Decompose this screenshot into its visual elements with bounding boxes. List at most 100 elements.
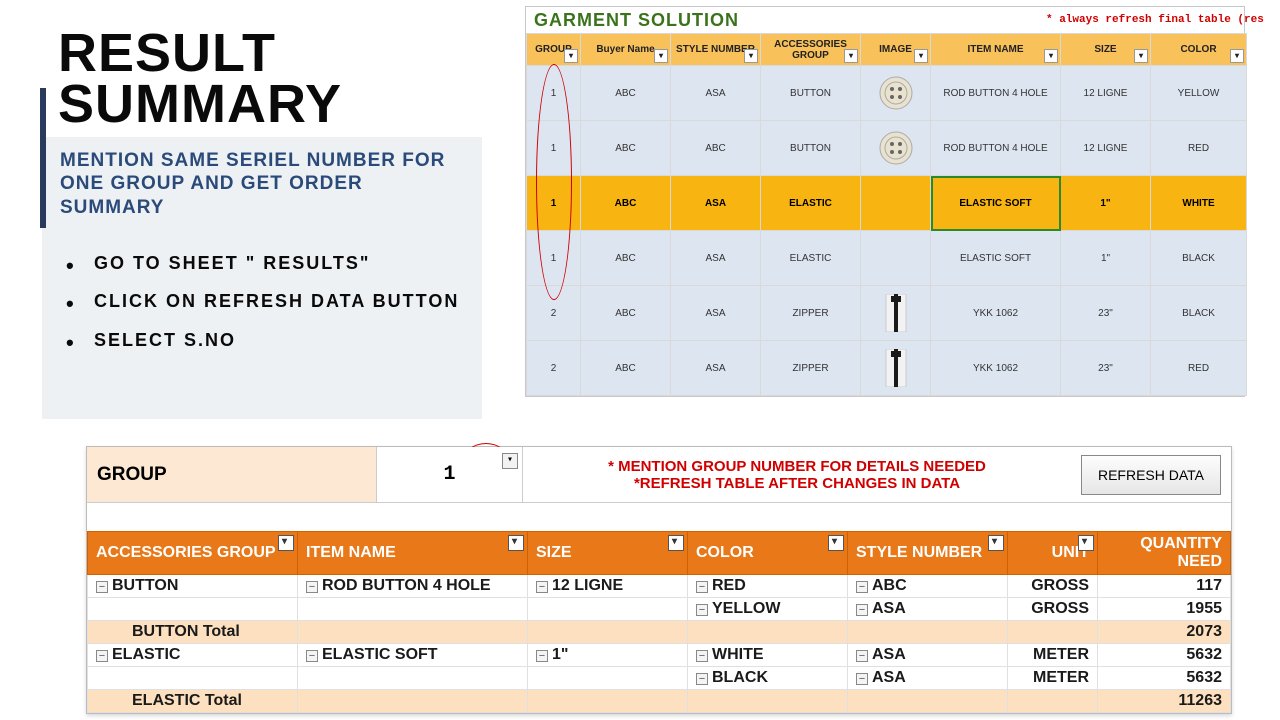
pivot-column-header[interactable]: SIZE <box>528 532 688 575</box>
table-cell: 12 LIGNE <box>1061 66 1151 121</box>
pivot-column-header[interactable]: UNIT <box>1008 532 1098 575</box>
table-row[interactable]: 1ABCASABUTTONROD BUTTON 4 HOLE12 LIGNEYE… <box>527 66 1247 121</box>
collapse-icon[interactable]: − <box>306 581 318 593</box>
table-row[interactable]: 2ABCASAZIPPERYKK 106223"RED <box>527 341 1247 396</box>
table-cell: ZIPPER <box>761 341 861 396</box>
refresh-warning: * always refresh final table (res <box>1046 14 1264 26</box>
filter-icon[interactable]: ▾ <box>502 453 518 469</box>
accent-bar <box>40 88 46 228</box>
table-cell: ABC <box>581 176 671 231</box>
collapse-icon[interactable]: − <box>306 650 318 662</box>
filter-dropdown-icon[interactable]: ▾ <box>844 49 858 63</box>
collapse-icon[interactable]: − <box>536 650 548 662</box>
table-cell <box>861 66 931 121</box>
empty-cell <box>298 690 528 713</box>
table-cell: ABC <box>581 231 671 286</box>
pivot-column-header[interactable]: STYLE NUMBER <box>848 532 1008 575</box>
table-cell: ABC <box>671 121 761 176</box>
pivot-cell: −ASA <box>848 598 1008 621</box>
pivot-cell: −WHITE <box>688 644 848 667</box>
filter-dropdown-icon[interactable]: ▾ <box>1230 49 1244 63</box>
column-header[interactable]: IMAGE▾ <box>861 34 931 66</box>
table-cell: YKK 1062 <box>931 286 1061 341</box>
collapse-icon[interactable]: − <box>696 604 708 616</box>
table-cell: BUTTON <box>761 66 861 121</box>
table-cell: 1 <box>527 66 581 121</box>
table-cell: ROD BUTTON 4 HOLE <box>931 121 1061 176</box>
collapse-icon[interactable]: − <box>856 673 868 685</box>
column-header[interactable]: ITEM NAME▾ <box>931 34 1061 66</box>
summary-panel: GROUP 1 ▾ * MENTION GROUP NUMBER FOR DET… <box>86 446 1232 714</box>
empty-image <box>877 184 915 222</box>
collapse-icon[interactable]: − <box>696 581 708 593</box>
empty-cell <box>1008 690 1098 713</box>
column-header[interactable]: STYLE NUMBER▾ <box>671 34 761 66</box>
pivot-column-header[interactable]: COLOR <box>688 532 848 575</box>
table-cell: ASA <box>671 286 761 341</box>
total-qty-cell: 11263 <box>1098 690 1231 713</box>
collapse-icon[interactable]: − <box>696 673 708 685</box>
filter-dropdown-icon[interactable] <box>668 535 684 551</box>
column-header[interactable]: ACCESSORIES GROUP▾ <box>761 34 861 66</box>
table-row[interactable]: 1ABCABCBUTTONROD BUTTON 4 HOLE12 LIGNERE… <box>527 121 1247 176</box>
filter-dropdown-icon[interactable]: ▾ <box>564 49 578 63</box>
filter-dropdown-icon[interactable]: ▾ <box>744 49 758 63</box>
table-row[interactable]: 1ABCASAELASTICELASTIC SOFT1"BLACK <box>527 231 1247 286</box>
collapse-icon[interactable]: − <box>856 604 868 616</box>
pivot-column-header[interactable]: ITEM NAME <box>298 532 528 575</box>
pivot-column-header[interactable]: QUANTITY NEED <box>1098 532 1231 575</box>
hint-text-1: * MENTION GROUP NUMBER FOR DETAILS NEEDE… <box>608 458 986 475</box>
group-filter-label: GROUP <box>87 447 377 502</box>
filter-dropdown-icon[interactable] <box>508 535 524 551</box>
table-cell: ABC <box>581 341 671 396</box>
filter-dropdown-icon[interactable]: ▾ <box>1044 49 1058 63</box>
collapse-icon[interactable]: − <box>696 650 708 662</box>
collapse-icon[interactable]: − <box>536 581 548 593</box>
table-cell <box>861 121 931 176</box>
column-header[interactable]: COLOR▾ <box>1151 34 1247 66</box>
table-cell: 2 <box>527 286 581 341</box>
column-header[interactable]: GROUP▾ <box>527 34 581 66</box>
pivot-cell <box>528 667 688 690</box>
filter-dropdown-icon[interactable]: ▾ <box>914 49 928 63</box>
pivot-cell: 5632 <box>1098 667 1231 690</box>
pivot-cell: 5632 <box>1098 644 1231 667</box>
column-header[interactable]: Buyer Name▾ <box>581 34 671 66</box>
table-cell: 12 LIGNE <box>1061 121 1151 176</box>
refresh-data-button[interactable]: REFRESH DATA <box>1081 455 1221 495</box>
pivot-cell: −12 LIGNE <box>528 575 688 598</box>
column-header[interactable]: SIZE▾ <box>1061 34 1151 66</box>
table-cell: ROD BUTTON 4 HOLE <box>931 66 1061 121</box>
instruction-item: GO TO SHEET " RESULTS" <box>66 244 464 283</box>
table-row[interactable]: 1ABCASAELASTICELASTIC SOFT1"WHITE <box>527 176 1247 231</box>
table-cell: 23" <box>1061 286 1151 341</box>
collapse-icon[interactable]: − <box>856 650 868 662</box>
filter-dropdown-icon[interactable] <box>988 535 1004 551</box>
collapse-icon[interactable]: − <box>856 581 868 593</box>
table-cell: ASA <box>671 66 761 121</box>
filter-dropdown-icon[interactable] <box>828 535 844 551</box>
filter-dropdown-icon[interactable] <box>1078 535 1094 551</box>
pivot-cell <box>528 598 688 621</box>
group-filter-value[interactable]: 1 ▾ <box>377 447 523 502</box>
table-cell: ABC <box>581 66 671 121</box>
table-cell: RED <box>1151 121 1247 176</box>
instruction-item: SELECT S.NO <box>66 321 464 360</box>
table-cell: ELASTIC <box>761 176 861 231</box>
table-cell: ABC <box>581 286 671 341</box>
pivot-cell: −ASA <box>848 644 1008 667</box>
table-cell: YKK 1062 <box>931 341 1061 396</box>
table-cell: ASA <box>671 176 761 231</box>
collapse-icon[interactable]: − <box>96 650 108 662</box>
table-row[interactable]: 2ABCASAZIPPERYKK 106223"BLACK <box>527 286 1247 341</box>
data-table: GROUP▾Buyer Name▾STYLE NUMBER▾ACCESSORIE… <box>526 33 1247 396</box>
pivot-column-header[interactable]: ACCESSORIES GROUP <box>88 532 298 575</box>
filter-dropdown-icon[interactable] <box>278 535 294 551</box>
hint-text-2: *REFRESH TABLE AFTER CHANGES IN DATA <box>634 475 960 492</box>
filter-dropdown-icon[interactable]: ▾ <box>1134 49 1148 63</box>
filter-dropdown-icon[interactable]: ▾ <box>654 49 668 63</box>
pivot-table: ACCESSORIES GROUPITEM NAMESIZECOLORSTYLE… <box>87 531 1231 713</box>
collapse-icon[interactable]: − <box>96 581 108 593</box>
table-cell: 2 <box>527 341 581 396</box>
pivot-cell: METER <box>1008 644 1098 667</box>
